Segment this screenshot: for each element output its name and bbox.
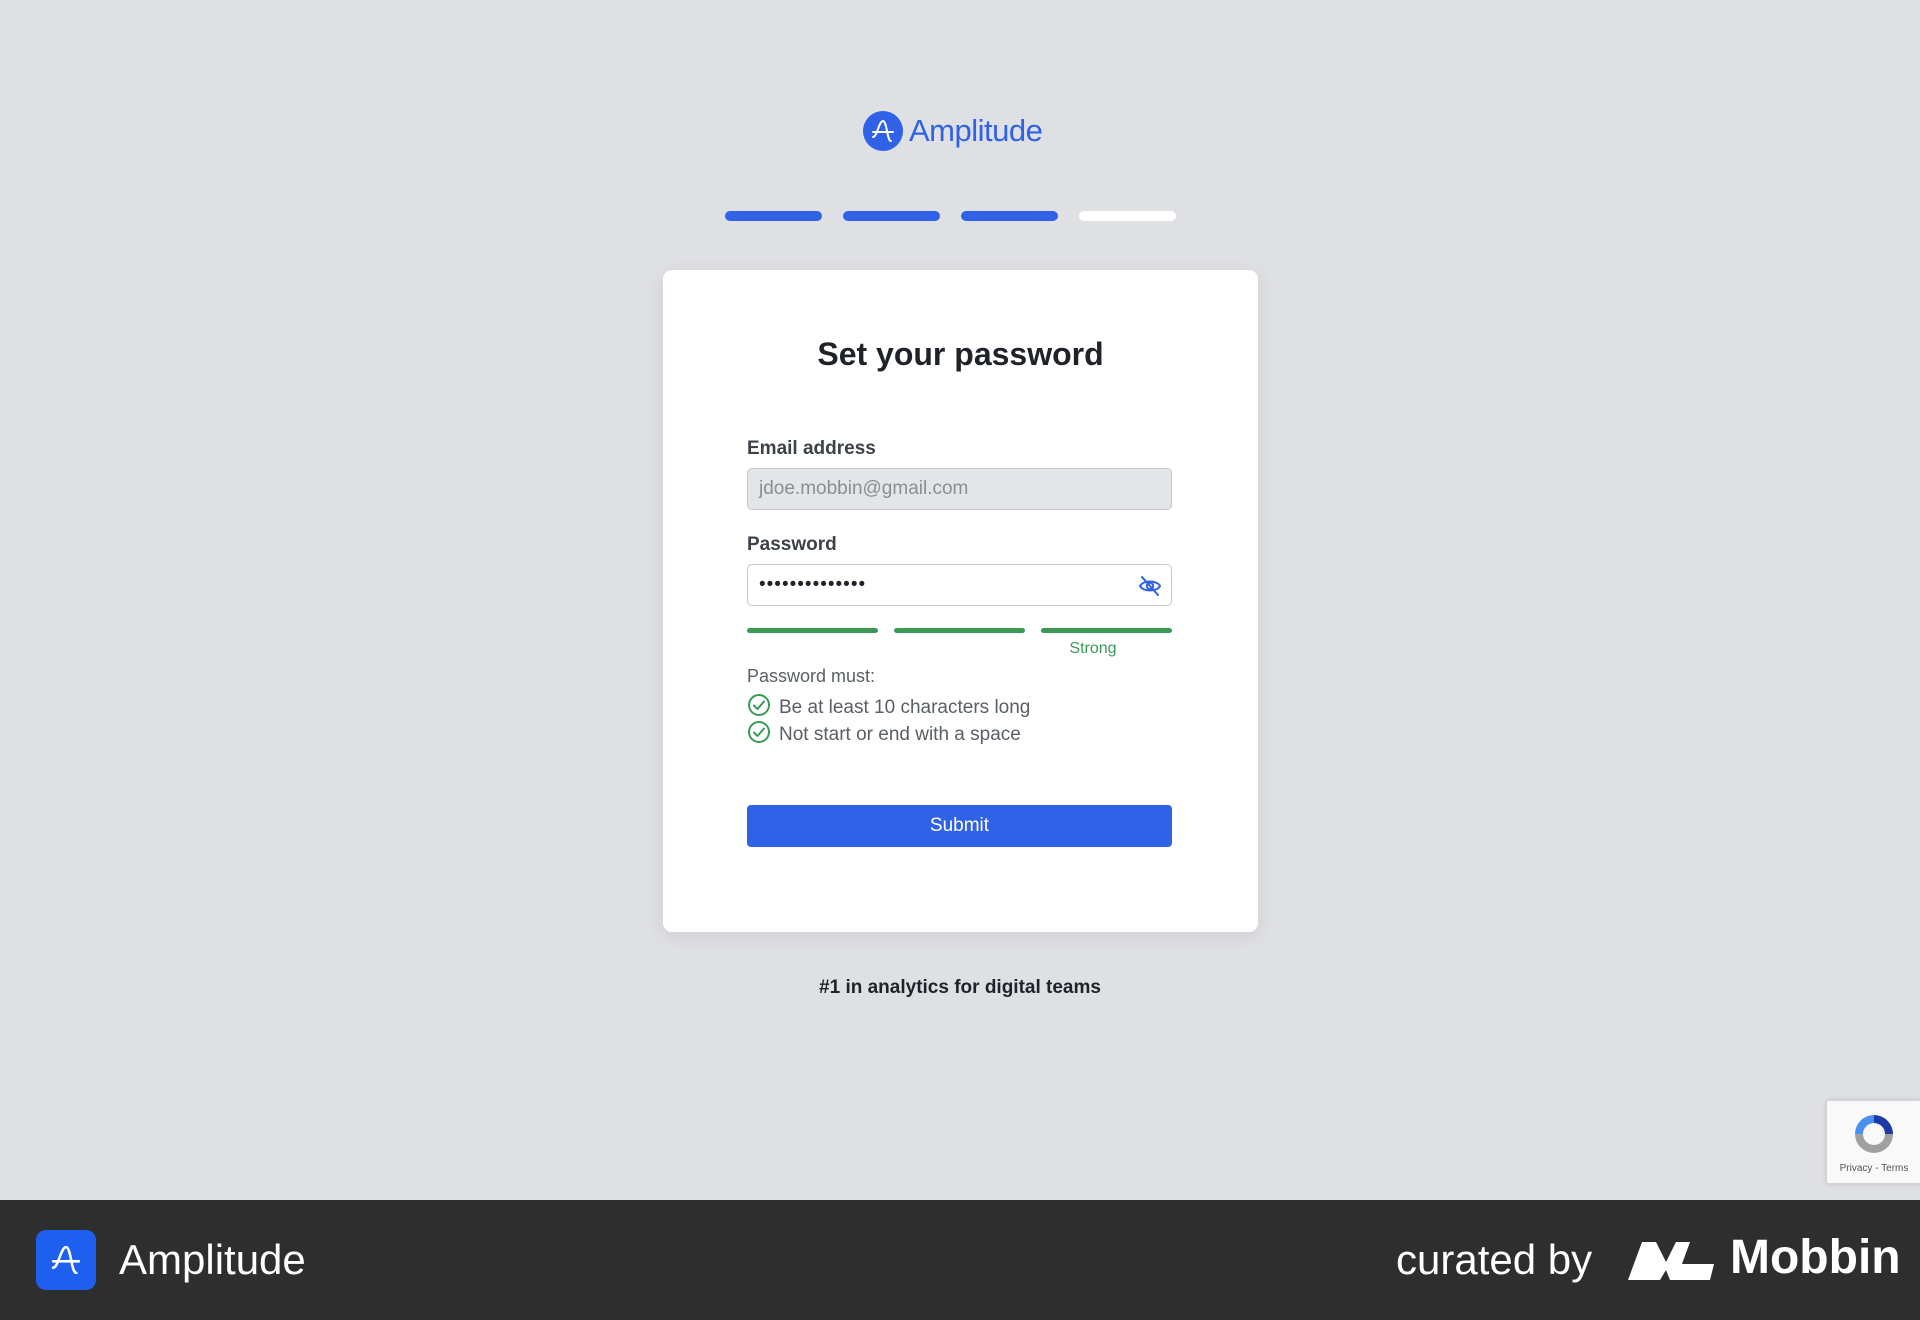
set-password-card: Set your password Email address jdoe.mob… (663, 270, 1258, 932)
submit-button[interactable]: Submit (747, 805, 1172, 847)
check-circle-icon (747, 720, 771, 750)
progress-step (961, 211, 1058, 221)
password-label: Password (747, 534, 837, 555)
mobbin-logo-icon (1626, 1238, 1716, 1287)
curated-by-text: curated by (1396, 1236, 1593, 1283)
eye-slash-icon[interactable] (1137, 573, 1163, 599)
password-strength-meter (747, 628, 1172, 633)
amplitude-logo-text: Amplitude (909, 113, 1043, 148)
email-field[interactable]: jdoe.mobbin@gmail.com (747, 468, 1172, 510)
email-label: Email address (747, 438, 876, 459)
password-rule: Be at least 10 characters long (747, 693, 1030, 723)
progress-step (725, 211, 822, 221)
mobbin-logo-text: Mobbin (1730, 1231, 1901, 1284)
password-rule-text: Not start or end with a space (779, 724, 1021, 745)
recaptcha-links[interactable]: Privacy - Terms (1827, 1163, 1920, 1174)
progress-steps (725, 211, 1176, 221)
password-field[interactable]: •••••••••••••• (747, 564, 1172, 606)
strength-bar (1041, 628, 1172, 633)
amplitude-app-icon (36, 1230, 96, 1290)
strength-bar (894, 628, 1025, 633)
amplitude-logo: Amplitude (863, 110, 1043, 152)
footer-app-name: Amplitude (119, 1236, 306, 1283)
password-rule-text: Be at least 10 characters long (779, 697, 1031, 718)
progress-step (1079, 211, 1176, 221)
email-value: jdoe.mobbin@gmail.com (759, 478, 969, 499)
tagline: #1 in analytics for digital teams (819, 977, 1101, 998)
password-value: •••••••••••••• (759, 574, 867, 595)
progress-step (843, 211, 940, 221)
password-strength-label: Strong (1069, 640, 1117, 657)
password-rules-title: Password must: (747, 666, 876, 686)
check-circle-icon (747, 693, 771, 723)
amplitude-logo-icon (863, 111, 903, 151)
strength-bar (747, 628, 878, 633)
recaptcha-icon (1849, 1109, 1899, 1164)
footer-bar: Amplitude curated by Mobbin (0, 1200, 1920, 1320)
recaptcha-badge[interactable]: Privacy - Terms (1826, 1100, 1920, 1184)
page-title: Set your password (817, 336, 1104, 372)
password-rule: Not start or end with a space (747, 720, 1021, 750)
